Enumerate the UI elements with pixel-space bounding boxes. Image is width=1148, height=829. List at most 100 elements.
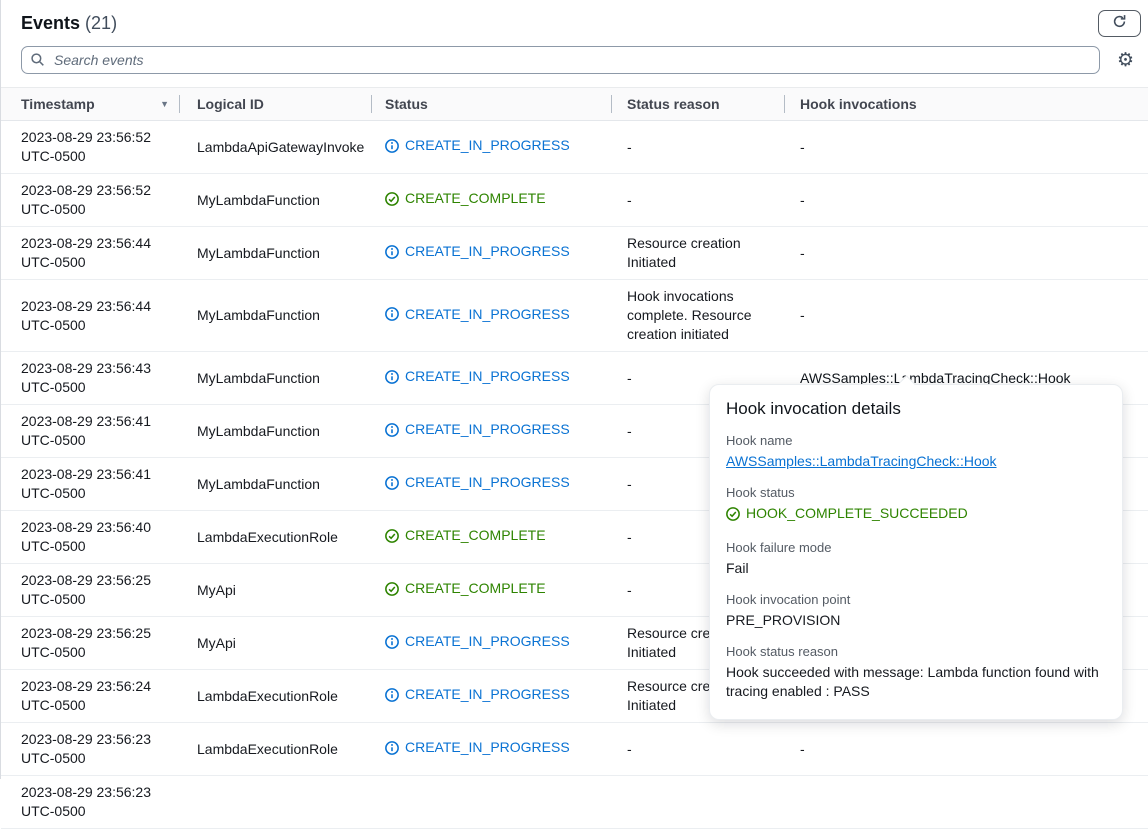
status-badge: CREATE_IN_PROGRESS bbox=[385, 685, 570, 704]
status-cell: CREATE_IN_PROGRESS bbox=[371, 738, 611, 760]
column-label: Hook invocations bbox=[800, 96, 917, 112]
status-cell: CREATE_IN_PROGRESS bbox=[371, 473, 611, 495]
status-badge: CREATE_IN_PROGRESS bbox=[385, 242, 570, 261]
status-cell: CREATE_IN_PROGRESS bbox=[371, 420, 611, 442]
timestamp-cell: 2023-08-29 23:56:52 UTC-0500 bbox=[1, 181, 179, 219]
timestamp-cell: 2023-08-29 23:56:41 UTC-0500 bbox=[1, 465, 179, 503]
gear-icon[interactable]: ⚙ bbox=[1113, 51, 1138, 70]
popover-title: Hook invocation details bbox=[726, 399, 1106, 419]
logical-id-cell: MyApi bbox=[179, 634, 371, 653]
logical-id-cell: MyLambdaFunction bbox=[179, 306, 371, 325]
popover-field-value: PRE_PROVISION bbox=[726, 611, 1106, 630]
column-header-status-reason[interactable]: Status reason bbox=[611, 88, 784, 120]
status-label: CREATE_COMPLETE bbox=[405, 189, 546, 208]
popover-field-value: Fail bbox=[726, 559, 1106, 578]
logical-id-cell: LambdaExecutionRole bbox=[179, 740, 371, 759]
timestamp-cell: 2023-08-29 23:56:44 UTC-0500 bbox=[1, 297, 179, 335]
status-in-progress-icon bbox=[385, 688, 399, 702]
hook-name-link[interactable]: AWSSamples::LambdaTracingCheck::Hook bbox=[726, 453, 997, 469]
hook-invocations-cell: - bbox=[784, 191, 1148, 210]
status-cell: CREATE_IN_PROGRESS bbox=[371, 305, 611, 327]
status-cell: CREATE_COMPLETE bbox=[371, 189, 611, 211]
status-cell: CREATE_IN_PROGRESS bbox=[371, 367, 611, 389]
page-title: Events (21) bbox=[21, 13, 117, 34]
logical-id-cell: MyLambdaFunction bbox=[179, 369, 371, 388]
popover-field-value: AWSSamples::LambdaTracingCheck::Hook bbox=[726, 452, 1106, 471]
refresh-icon bbox=[1112, 14, 1127, 32]
timestamp-cell: 2023-08-29 23:56:44 UTC-0500 bbox=[1, 234, 179, 272]
events-panel: Events (21) bbox=[0, 0, 1148, 779]
popover-field: Hook nameAWSSamples::LambdaTracingCheck:… bbox=[726, 433, 1106, 471]
timestamp-cell: 2023-08-29 23:56:52 UTC-0500 bbox=[1, 128, 179, 166]
logical-id-cell: LambdaExecutionRole bbox=[179, 528, 371, 547]
popover-field-value: HOOK_COMPLETE_SUCCEEDED bbox=[726, 504, 1106, 526]
hook-invocations-cell: - bbox=[784, 740, 1148, 759]
status-label: CREATE_IN_PROGRESS bbox=[405, 632, 570, 651]
popover-field: Hook statusHOOK_COMPLETE_SUCCEEDED bbox=[726, 485, 1106, 526]
column-divider bbox=[179, 95, 180, 113]
status-cell: CREATE_IN_PROGRESS bbox=[371, 632, 611, 654]
column-header-timestamp[interactable]: Timestamp ▼ bbox=[1, 88, 179, 120]
timestamp-cell: 2023-08-29 23:56:40 UTC-0500 bbox=[1, 518, 179, 556]
hook-invocations-cell: - bbox=[784, 138, 1148, 157]
status-success-icon bbox=[385, 192, 399, 206]
status-label: CREATE_COMPLETE bbox=[405, 526, 546, 545]
status-reason-cell: - bbox=[611, 191, 784, 210]
column-divider bbox=[371, 95, 372, 113]
hook-status-label: HOOK_COMPLETE_SUCCEEDED bbox=[746, 504, 968, 523]
timestamp-cell: 2023-08-29 23:56:25 UTC-0500 bbox=[1, 624, 179, 662]
status-reason-cell: - bbox=[611, 138, 784, 157]
status-in-progress-icon bbox=[385, 139, 399, 153]
events-title: Events bbox=[21, 13, 80, 33]
timestamp-cell: 2023-08-29 23:56:43 UTC-0500 bbox=[1, 359, 179, 397]
table-row[interactable]: 2023-08-29 23:56:23 UTC-0500 bbox=[1, 776, 1148, 829]
status-label: CREATE_COMPLETE bbox=[405, 579, 546, 598]
status-label: CREATE_IN_PROGRESS bbox=[405, 738, 570, 757]
status-in-progress-icon bbox=[385, 245, 399, 259]
status-success-icon bbox=[385, 529, 399, 543]
column-label: Timestamp bbox=[21, 96, 95, 112]
panel-header: Events (21) bbox=[1, 0, 1148, 88]
sort-descending-icon[interactable]: ▼ bbox=[160, 99, 169, 109]
table-row[interactable]: 2023-08-29 23:56:23 UTC-0500LambdaExecut… bbox=[1, 723, 1148, 776]
events-count: (21) bbox=[85, 13, 117, 33]
timestamp-cell: 2023-08-29 23:56:23 UTC-0500 bbox=[1, 783, 179, 821]
column-header-hook-invocations[interactable]: Hook invocations bbox=[784, 88, 1148, 120]
popover-field-label: Hook name bbox=[726, 433, 1106, 448]
status-success-icon bbox=[385, 582, 399, 596]
status-badge: CREATE_IN_PROGRESS bbox=[385, 136, 570, 155]
status-success-icon bbox=[726, 507, 740, 521]
hook-invocations-cell: - bbox=[784, 306, 1148, 325]
table-row[interactable]: 2023-08-29 23:56:52 UTC-0500MyLambdaFunc… bbox=[1, 174, 1148, 227]
status-badge: CREATE_IN_PROGRESS bbox=[385, 420, 570, 439]
column-header-status[interactable]: Status bbox=[371, 88, 611, 120]
status-cell: CREATE_IN_PROGRESS bbox=[371, 685, 611, 707]
table-row[interactable]: 2023-08-29 23:56:44 UTC-0500MyLambdaFunc… bbox=[1, 227, 1148, 280]
table-row[interactable]: 2023-08-29 23:56:44 UTC-0500MyLambdaFunc… bbox=[1, 280, 1148, 352]
status-label: CREATE_IN_PROGRESS bbox=[405, 685, 570, 704]
status-label: CREATE_IN_PROGRESS bbox=[405, 420, 570, 439]
status-cell: CREATE_IN_PROGRESS bbox=[371, 242, 611, 264]
timestamp-cell: 2023-08-29 23:56:23 UTC-0500 bbox=[1, 730, 179, 768]
refresh-button[interactable] bbox=[1098, 10, 1141, 37]
column-label: Status reason bbox=[627, 96, 720, 112]
status-cell: CREATE_COMPLETE bbox=[371, 526, 611, 548]
status-reason-cell: Resource creation Initiated bbox=[611, 234, 784, 272]
status-in-progress-icon bbox=[385, 741, 399, 755]
logical-id-cell: MyLambdaFunction bbox=[179, 475, 371, 494]
table-header: Timestamp ▼ Logical ID Status Status rea… bbox=[1, 88, 1148, 121]
popover-field: Hook invocation pointPRE_PROVISION bbox=[726, 592, 1106, 630]
status-cell: CREATE_IN_PROGRESS bbox=[371, 136, 611, 158]
hook-invocations-cell: - bbox=[784, 244, 1148, 263]
status-badge: CREATE_COMPLETE bbox=[385, 579, 546, 598]
search-input[interactable] bbox=[21, 46, 1100, 74]
timestamp-cell: 2023-08-29 23:56:24 UTC-0500 bbox=[1, 677, 179, 715]
column-label: Status bbox=[385, 96, 428, 112]
status-badge: CREATE_IN_PROGRESS bbox=[385, 632, 570, 651]
table-row[interactable]: 2023-08-29 23:56:52 UTC-0500LambdaApiGat… bbox=[1, 121, 1148, 174]
column-divider bbox=[784, 95, 785, 113]
status-in-progress-icon bbox=[385, 635, 399, 649]
popover-field-label: Hook status reason bbox=[726, 644, 1106, 659]
column-header-logical-id[interactable]: Logical ID bbox=[179, 88, 371, 120]
hook-status-badge: HOOK_COMPLETE_SUCCEEDED bbox=[726, 504, 968, 523]
